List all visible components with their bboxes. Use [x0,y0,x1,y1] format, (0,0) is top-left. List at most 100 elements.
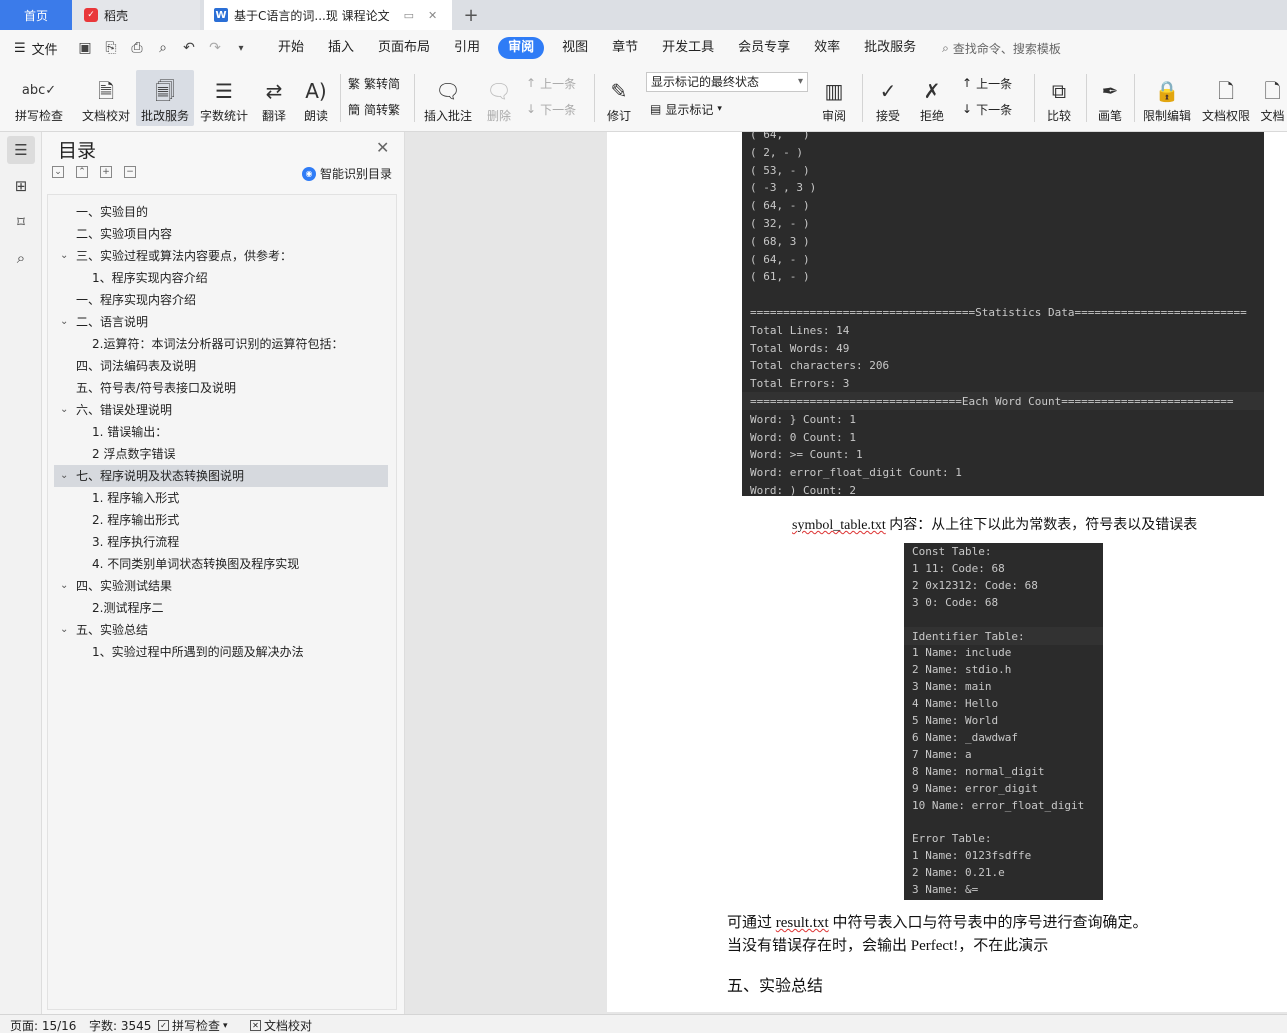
doc-proof-button[interactable]: 🗎 文档校对 [78,70,134,126]
tab-pin-icon[interactable]: ▭ [404,9,414,22]
menu-item-7[interactable]: 开发工具 [650,37,726,59]
export-pdf-icon[interactable]: ⎘ [102,40,120,56]
menu-item-3[interactable]: 引用 [442,37,492,59]
menu-item-5[interactable]: 视图 [550,37,600,59]
word-count-indicator[interactable]: 字数: 3545 [89,1017,151,1033]
toc-item[interactable]: 一、实验目的 [54,201,388,223]
prev-change-button[interactable]: ↑ 上一条 [962,72,1012,94]
chevron-down-icon[interactable]: ⌄ [60,399,68,421]
search-icon[interactable]: ⌕ [7,244,35,272]
toc-item-label: 二、语言说明 [76,315,149,329]
chevron-down-icon[interactable]: ⌄ [60,619,68,641]
next-comment-button[interactable]: ↓ 下一条 [526,98,576,120]
comment-delete-icon: 🗨 [486,79,512,103]
chevron-down-icon[interactable]: ⌄ [60,465,68,487]
smart-toc-button[interactable]: ◉ 智能识别目录 [302,165,392,182]
menu-item-6[interactable]: 章节 [600,37,650,59]
remove-heading-icon[interactable]: − [124,166,136,178]
delete-comment-button[interactable]: 🗨 删除 [480,70,518,126]
simp-to-trad-button[interactable]: 簡简转繁 [348,98,400,120]
toc-item[interactable]: 二、实验项目内容 [54,223,388,245]
toc-item[interactable]: ⌄ 三、实验过程或算法内容要点，供参考： [54,245,388,267]
chevron-down-icon[interactable]: ⌄ [60,311,68,333]
toc-item[interactable]: ⌄ 六、错误处理说明 [54,399,388,421]
toc-item[interactable]: 1、程序实现内容介绍 [54,267,388,289]
console-line: Const Table: [912,545,992,558]
word-count-button[interactable]: ☰ 字数统计 [198,70,250,126]
track-changes-button[interactable]: ✎ 修订 [600,70,638,126]
pen-button[interactable]: ✒ 画笔 [1092,70,1128,126]
toc-item[interactable]: ⌄ 五、实验总结 [54,619,388,641]
next-change-button[interactable]: ↓ 下一条 [962,98,1012,120]
trad-to-simp-button[interactable]: 繁繁转简 [348,72,400,94]
file-menu[interactable]: ☰ 文件 [0,39,72,58]
toc-item[interactable]: 1. 程序输入形式 [54,487,388,509]
translate-button[interactable]: ⇄ 翻译 [254,70,294,126]
toc-item[interactable]: 2. 程序输出形式 [54,509,388,531]
reject-button[interactable]: ✗ 拒绝 [912,70,952,126]
bookmark-icon[interactable]: ⌑ [7,208,35,236]
tab-close-icon[interactable]: ✕ [428,9,437,22]
toc-item[interactable]: 1. 错误输出： [54,421,388,443]
add-heading-icon[interactable]: + [100,166,112,178]
restrict-edit-button[interactable]: 🔒 限制编辑 [1140,70,1194,126]
redo-icon[interactable]: ↷ [206,40,224,56]
close-icon[interactable]: ✕ [376,138,389,157]
chevron-down-icon[interactable]: ⌄ [60,575,68,597]
collapse-all-icon[interactable]: ⌃ [76,166,88,178]
tab-daoke[interactable]: ✓ 稻壳 [72,0,200,30]
expand-all-icon[interactable]: ⌄ [52,166,64,178]
toc-item[interactable]: 2.测试程序二 [54,597,388,619]
toc-item[interactable]: 2 浮点数字错误 [54,443,388,465]
toc-item[interactable]: ⌄ 四、实验测试结果 [54,575,388,597]
command-search[interactable]: ⌕ 查找命令、搜索模板 [942,40,1061,57]
console-line: ( 68, 3 ) [750,234,810,248]
spellcheck-icon: abc✓ [21,83,57,98]
prev-comment-label: 上一条 [540,76,577,91]
chevron-down-icon[interactable]: ⌄ [60,245,68,267]
console-line: ( 64, - ) [750,252,810,266]
correction-service-button[interactable]: 🗐 批改服务 [136,70,194,126]
menu-item-8[interactable]: 会员专享 [726,37,802,59]
new-tab-button[interactable]: + [458,0,484,30]
show-markup-button[interactable]: ▤ 显示标记 ▾ [650,98,722,120]
menu-item-9[interactable]: 效率 [802,37,852,59]
print-icon[interactable]: ⎙ [128,40,146,56]
structure-pane-icon[interactable]: ⊞ [7,172,35,200]
markup-state-select[interactable]: 显示标记的最终状态 [646,72,808,92]
toc-pane-icon[interactable]: ☰ [7,136,35,164]
toc-item[interactable]: 1、实验过程中所遇到的问题及解决办法 [54,641,388,663]
menu-item-10[interactable]: 批改服务 [852,37,928,59]
status-doc-proof[interactable]: ✕ 文档校对 [250,1017,312,1033]
print-preview-icon[interactable]: ⌕ [154,40,172,56]
toc-item[interactable]: 一、程序实现内容介绍 [54,289,388,311]
review-pane-button[interactable]: ▥ 审阅 [814,70,854,126]
tab-home[interactable]: 首页 [0,0,72,30]
insert-comment-button[interactable]: 🗨 插入批注 [420,70,476,126]
prev-comment-button[interactable]: ↑ 上一条 [526,72,576,94]
spellcheck-button[interactable]: abc✓ 拼写检查 [8,70,70,126]
menu-item-0[interactable]: 开始 [266,37,316,59]
menu-item-1[interactable]: 插入 [316,37,366,59]
tab-document[interactable]: W 基于C语言的词...现 课程论文 ▭ ✕ [204,0,452,30]
menu-item-2[interactable]: 页面布局 [366,37,442,59]
toc-item[interactable]: 4. 不同类别单词状态转换图及程序实现 [54,553,388,575]
doc-permission-button[interactable]: 🗋 文档权限 [1198,70,1254,126]
save-icon[interactable]: ▣ [76,40,94,56]
review-pane-icon: ▥ [824,79,844,103]
toc-item[interactable]: 2.运算符：本词法分析器可识别的运算符包括： [54,333,388,355]
toc-item[interactable]: 五、符号表/符号表接口及说明 [54,377,388,399]
toc-item[interactable]: 3. 程序执行流程 [54,531,388,553]
toc-item[interactable]: 四、词法编码表及说明 [54,355,388,377]
undo-icon[interactable]: ↶ [180,40,198,56]
toc-item[interactable]: ⌄ 二、语言说明 [54,311,388,333]
customize-chevron-icon[interactable]: ▾ [232,43,250,54]
menu-item-4[interactable]: 审阅 [498,37,545,59]
compare-button[interactable]: ⧉ 比较 [1040,70,1078,126]
doc-more-button[interactable]: 🗋 文档 [1258,70,1287,126]
toc-item[interactable]: ⌄ 七、程序说明及状态转换图说明 [54,465,388,487]
read-aloud-button[interactable]: A) 朗读 [298,70,334,126]
page-indicator[interactable]: 页面: 15/16 [10,1017,76,1033]
accept-button[interactable]: ✓ 接受 [868,70,908,126]
status-spellcheck[interactable]: ✓ 拼写检查 ▾ [158,1017,228,1033]
